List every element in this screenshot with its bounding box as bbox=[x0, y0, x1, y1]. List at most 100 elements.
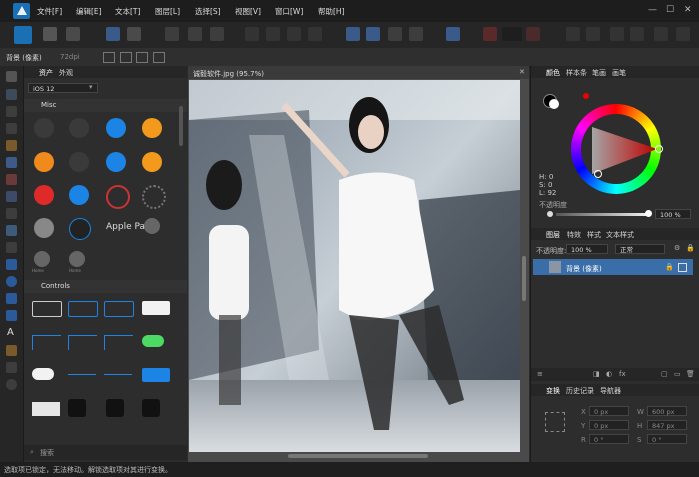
control-segment-3[interactable] bbox=[104, 335, 133, 350]
archive-icon[interactable] bbox=[69, 185, 89, 205]
tab-stroke[interactable]: 笔画 bbox=[592, 68, 606, 78]
close-icon[interactable]: ✕ bbox=[684, 5, 692, 15]
fingerprint-icon[interactable] bbox=[106, 185, 130, 209]
tab-swatches[interactable]: 样本条 bbox=[566, 68, 587, 78]
arrange-icon-2[interactable] bbox=[409, 27, 423, 41]
ctx-icon-4[interactable] bbox=[153, 52, 165, 63]
triangle-tool-icon[interactable] bbox=[6, 310, 17, 321]
color-record-icon[interactable] bbox=[583, 93, 589, 99]
color-stroke-swatch[interactable] bbox=[549, 99, 559, 109]
tool-icon-4[interactable] bbox=[188, 27, 202, 41]
category-select[interactable]: iOS 12 bbox=[28, 83, 98, 93]
menu-file[interactable]: 文件[F] bbox=[37, 6, 62, 17]
control-button-blue[interactable] bbox=[68, 301, 98, 317]
menu-help[interactable]: 帮助[H] bbox=[318, 6, 345, 17]
home-indicator-icon[interactable] bbox=[34, 251, 50, 267]
align-icon[interactable] bbox=[446, 27, 460, 41]
tab-styles[interactable]: 样式 bbox=[587, 230, 601, 240]
hue-handle[interactable] bbox=[655, 145, 663, 153]
blend-mode-select[interactable]: 正常 bbox=[615, 244, 665, 254]
tool-icon-3[interactable] bbox=[165, 27, 179, 41]
control-slider-1[interactable] bbox=[68, 374, 96, 375]
camera-icon[interactable] bbox=[68, 399, 86, 417]
trash-icon[interactable] bbox=[34, 185, 54, 205]
control-fill-blue[interactable] bbox=[142, 368, 170, 382]
tab-layers[interactable]: 图层 bbox=[546, 230, 560, 240]
menu-text[interactable]: 文本[T] bbox=[115, 6, 140, 17]
tool-icon-9[interactable] bbox=[308, 27, 322, 41]
magnet-icon[interactable] bbox=[526, 27, 540, 41]
gear-icon[interactable]: ⚙ bbox=[674, 244, 680, 252]
spinner-icon[interactable] bbox=[142, 185, 166, 209]
home-indicator-icon-2[interactable] bbox=[69, 251, 85, 267]
hand-tool-icon[interactable] bbox=[6, 362, 17, 373]
avatar-icon[interactable] bbox=[34, 218, 54, 238]
x-field[interactable]: 0 px bbox=[589, 406, 629, 416]
ctx-icon-2[interactable] bbox=[120, 52, 132, 63]
canvas-vscrollbar[interactable] bbox=[522, 256, 526, 301]
persona-liquify-icon[interactable] bbox=[43, 27, 57, 41]
tool-icon-1[interactable] bbox=[106, 27, 120, 41]
control-keyboard[interactable] bbox=[32, 402, 60, 416]
fx-icon[interactable]: fx bbox=[619, 370, 626, 378]
menu-edit[interactable]: 编辑[E] bbox=[76, 6, 102, 17]
speaker-icon[interactable] bbox=[69, 152, 89, 172]
control-button-white[interactable] bbox=[142, 301, 170, 315]
view-icon-3[interactable] bbox=[610, 27, 624, 41]
tab-navigator[interactable]: 导航器 bbox=[600, 386, 621, 396]
tool-icon-7[interactable] bbox=[266, 27, 280, 41]
group-icon[interactable]: ▭ bbox=[674, 370, 681, 378]
photo-canvas[interactable] bbox=[189, 80, 520, 452]
frame-tool-icon[interactable] bbox=[6, 242, 17, 253]
s-field[interactable]: 0 ° bbox=[647, 434, 687, 444]
tab-brushes[interactable]: 画笔 bbox=[612, 68, 626, 78]
grid-icon[interactable] bbox=[483, 27, 497, 41]
zoom-tool-icon[interactable] bbox=[6, 379, 17, 390]
layer-visibility-checkbox[interactable] bbox=[678, 263, 687, 272]
document-close-icon[interactable]: ✕ bbox=[519, 68, 525, 76]
eyedropper-tool-icon[interactable] bbox=[6, 345, 17, 356]
control-button-label[interactable] bbox=[104, 301, 134, 317]
minimize-icon[interactable]: — bbox=[648, 5, 657, 15]
y-field[interactable]: 0 px bbox=[589, 420, 629, 430]
food-icon[interactable] bbox=[34, 152, 54, 172]
transform-origin-icon[interactable] bbox=[103, 52, 115, 63]
back-icon[interactable] bbox=[106, 152, 126, 172]
tab-assets[interactable]: 资产 bbox=[39, 68, 53, 78]
search-input[interactable]: 搜索 bbox=[40, 448, 54, 458]
ctx-icon-3[interactable] bbox=[136, 52, 148, 63]
menu-select[interactable]: 选择[S] bbox=[195, 6, 221, 17]
control-toggle-off[interactable] bbox=[32, 368, 54, 380]
add-layer-icon[interactable]: ▢ bbox=[661, 370, 668, 378]
h-field[interactable]: 847 px bbox=[647, 420, 687, 430]
view-icon-6[interactable] bbox=[676, 27, 690, 41]
assets-scrollbar[interactable] bbox=[179, 106, 183, 146]
flag-icon[interactable] bbox=[142, 152, 162, 172]
menu-view[interactable]: 视图[V] bbox=[235, 6, 261, 17]
opacity-slider-handle[interactable] bbox=[645, 210, 652, 217]
calculator-icon[interactable] bbox=[106, 399, 124, 417]
crop-tool-icon[interactable] bbox=[6, 89, 17, 100]
move-tool-icon[interactable] bbox=[6, 71, 17, 82]
view-icon-5[interactable] bbox=[654, 27, 668, 41]
tab-text-styles[interactable]: 文本样式 bbox=[606, 230, 634, 240]
color-triangle[interactable] bbox=[589, 124, 659, 176]
coffee-icon[interactable] bbox=[142, 118, 162, 138]
color-tool-icon[interactable] bbox=[6, 191, 17, 202]
clone-tool-icon[interactable] bbox=[6, 208, 17, 219]
menu-layer[interactable]: 图层[L] bbox=[155, 6, 180, 17]
shape-tool-icon[interactable] bbox=[6, 293, 17, 304]
opacity-value-field[interactable]: 100 % bbox=[655, 209, 691, 219]
layer-lock-icon[interactable]: 🔒 bbox=[665, 263, 674, 271]
color-handle[interactable] bbox=[594, 170, 602, 178]
view-icon-4[interactable] bbox=[630, 27, 644, 41]
w-field[interactable]: 600 px bbox=[647, 406, 687, 416]
arrange-icon-1[interactable] bbox=[388, 27, 402, 41]
brush-tool-icon[interactable] bbox=[6, 140, 17, 151]
tab-appearance[interactable]: 外观 bbox=[59, 68, 73, 78]
menu-window[interactable]: 窗口[W] bbox=[275, 6, 303, 17]
maximize-icon[interactable]: ☐ bbox=[666, 5, 674, 15]
flip-icon-2[interactable] bbox=[366, 27, 380, 41]
control-segment-2[interactable] bbox=[68, 335, 97, 350]
control-slider-2[interactable] bbox=[104, 374, 132, 375]
